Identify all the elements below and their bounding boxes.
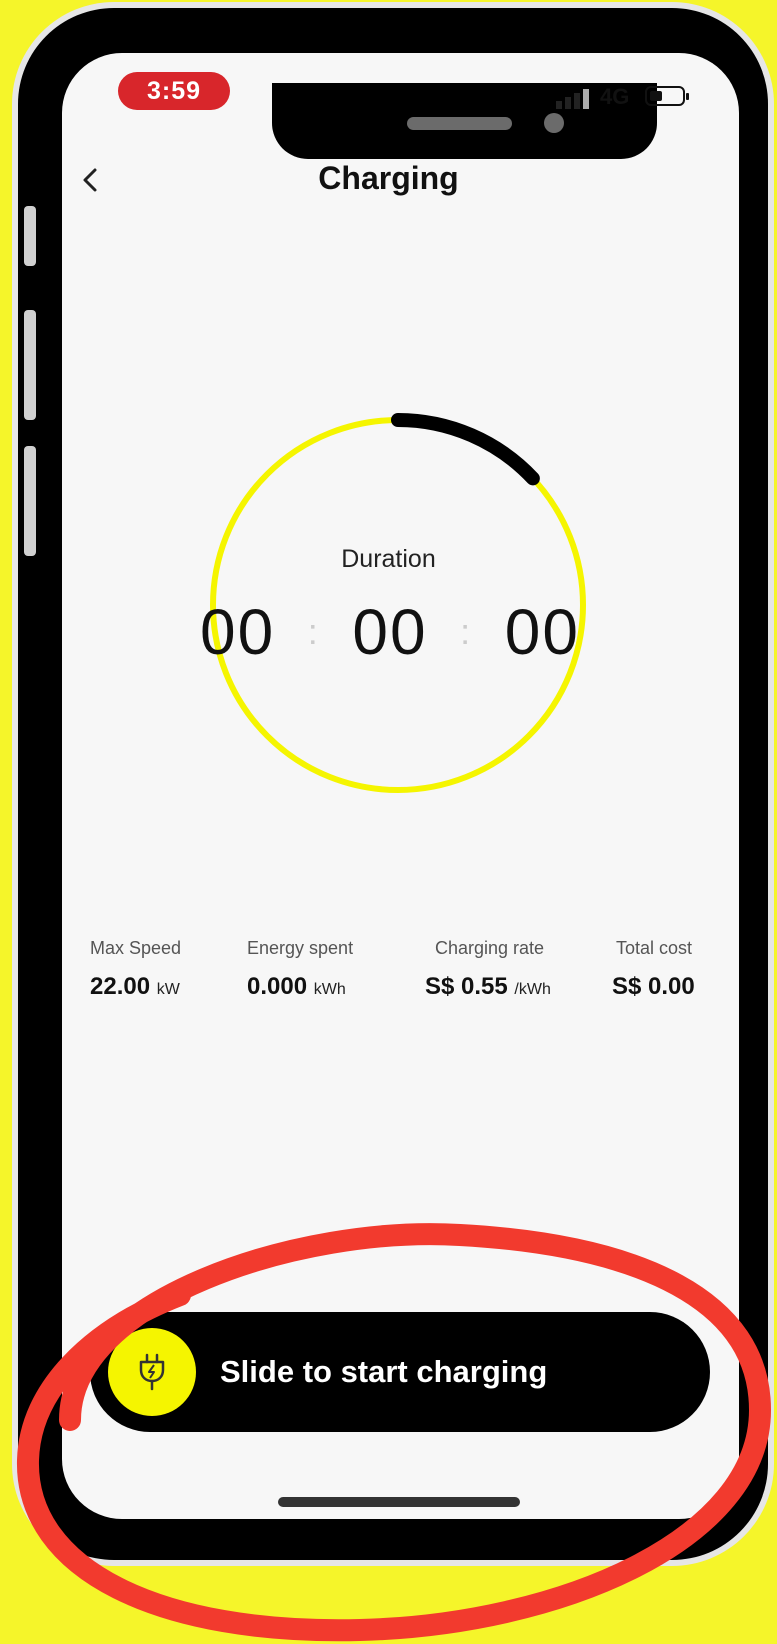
- timer-minutes: 00: [352, 596, 428, 668]
- duration-timer: 00 : 00 : 00: [200, 595, 580, 669]
- stat-label: Charging rate: [435, 938, 545, 958]
- stat-value: S$ 0.55 /kWh: [425, 973, 551, 1001]
- stat-value: S$ 0.00: [612, 973, 695, 1001]
- stat-charging-rate: Charging rate S$ 0.55 /kWh: [425, 938, 551, 1001]
- charging-rate-unit: /kWh: [514, 981, 551, 998]
- ring-progress-arc: [391, 413, 540, 486]
- stat-value: 22.00 kW: [90, 973, 181, 1001]
- signal-strength-icon: [556, 87, 590, 109]
- max-speed-value: 22.00: [90, 973, 151, 1000]
- stat-energy-spent: Energy spent 0.000 kWh: [247, 938, 353, 1001]
- stat-value: 0.000 kWh: [247, 973, 353, 1001]
- home-indicator[interactable]: [278, 1497, 520, 1507]
- page-title: Charging: [318, 160, 459, 196]
- timer-seconds: 00: [504, 596, 580, 668]
- stat-label: Max Speed: [90, 938, 182, 958]
- duration-label: Duration: [341, 545, 436, 573]
- stat-total-cost: Total cost S$ 0.00: [612, 938, 695, 1001]
- speaker-grille: [407, 117, 512, 130]
- timer-hours: 00: [200, 596, 276, 668]
- silent-switch: [24, 206, 36, 266]
- stat-label: Total cost: [616, 938, 693, 958]
- total-cost-value: S$ 0.00: [612, 973, 695, 1000]
- timer-separator: :: [460, 611, 473, 652]
- front-camera: [544, 113, 564, 133]
- status-time: 3:59: [118, 72, 230, 110]
- volume-up-button: [24, 310, 36, 420]
- energy-spent-value: 0.000: [247, 973, 308, 1000]
- max-speed-unit: kW: [156, 981, 180, 998]
- plug-charging-icon: [139, 1353, 165, 1391]
- battery-icon: [645, 86, 689, 106]
- charging-rate-value: S$ 0.55: [425, 973, 508, 1000]
- volume-down-button: [24, 446, 36, 556]
- timer-separator: :: [307, 611, 320, 652]
- slide-to-start-charging[interactable]: Slide to start charging: [90, 1312, 710, 1432]
- stat-label: Energy spent: [247, 938, 354, 958]
- slider-handle[interactable]: [108, 1328, 196, 1416]
- energy-spent-unit: kWh: [313, 981, 346, 998]
- stat-max-speed: Max Speed 22.00 kW: [90, 938, 181, 1001]
- network-type: 4G: [600, 84, 630, 109]
- slider-label: Slide to start charging: [220, 1354, 548, 1389]
